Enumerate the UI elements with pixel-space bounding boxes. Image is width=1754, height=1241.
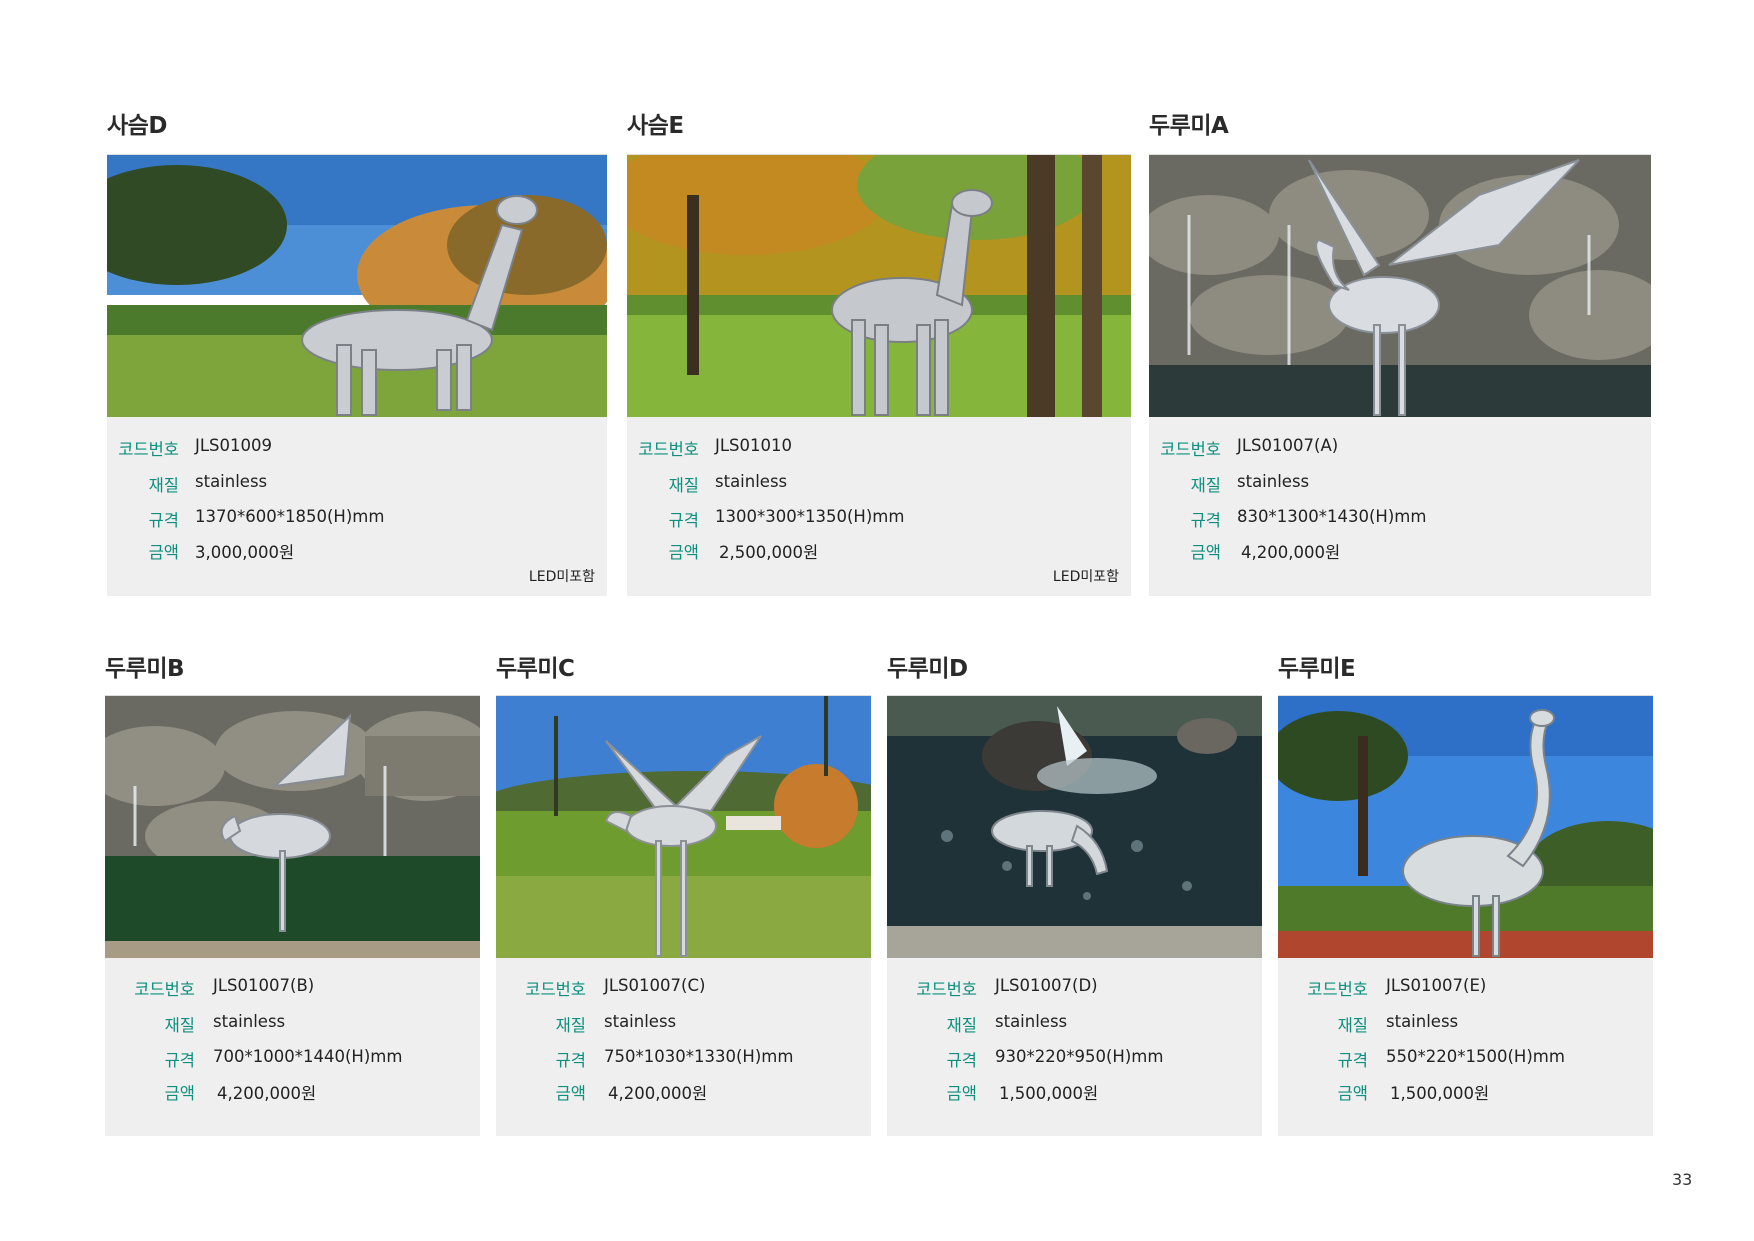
product-card-deer-e: 사슴E 코드번호 JLS01010 재질 stainless 규격 1300*3… bbox=[627, 106, 1131, 596]
spec-value: 930*220*950(H)mm bbox=[995, 1047, 1164, 1066]
material-label: 재질 bbox=[946, 1016, 977, 1035]
price-value: 4,200,000원 bbox=[1241, 543, 1341, 562]
price-value: 1,500,000원 bbox=[999, 1084, 1099, 1103]
code-label: 코드번호 bbox=[638, 440, 699, 459]
page-number: 33 bbox=[1672, 1170, 1693, 1189]
code-label: 코드번호 bbox=[916, 980, 977, 999]
spec-label: 규격 bbox=[946, 1051, 977, 1070]
product-card-crane-e: 두루미E 코드번호 JLS01007(E) 재질 stainless 규격 550*2… bbox=[1278, 649, 1653, 1136]
product-info: 코드번호 JLS01007(C) 재질 stainless 규격 750*1030*1… bbox=[496, 958, 871, 1136]
price-label: 금액 bbox=[946, 1084, 977, 1103]
code-value: JLS01007(E) bbox=[1386, 976, 1487, 995]
product-title: 두루미B bbox=[105, 656, 185, 682]
spec-value: 750*1030*1330(H)mm bbox=[604, 1047, 794, 1066]
spec-label: 규격 bbox=[668, 511, 699, 530]
price-label: 금액 bbox=[164, 1084, 195, 1103]
crane-sky-photo bbox=[1278, 695, 1653, 959]
code-value: JLS01007(C) bbox=[604, 976, 706, 995]
product-title: 두루미E bbox=[1278, 656, 1356, 682]
material-label: 재질 bbox=[1337, 1016, 1368, 1035]
code-value: JLS01009 bbox=[195, 436, 273, 455]
spec-label: 규격 bbox=[555, 1051, 586, 1070]
product-card-crane-a: 두루미A 코드번호 JLS01007(A) 재질 stainless 규격 830*1… bbox=[1149, 106, 1651, 596]
spec-label: 규격 bbox=[1337, 1051, 1368, 1070]
material-label: 재질 bbox=[1190, 476, 1221, 495]
material-label: 재질 bbox=[148, 476, 179, 495]
crane-fountain-photo bbox=[1149, 154, 1651, 418]
product-card-crane-c: 두루미C 코드번호 JLS01007(C) 재질 stainless 규격 750*1… bbox=[496, 649, 871, 1136]
material-value: stainless bbox=[213, 1012, 286, 1031]
price-value: 4,200,000원 bbox=[217, 1084, 317, 1103]
code-value: JLS01007(D) bbox=[995, 976, 1098, 995]
code-value: JLS01010 bbox=[715, 436, 793, 455]
material-label: 재질 bbox=[164, 1016, 195, 1035]
product-title: 두루미D bbox=[887, 656, 968, 682]
material-value: stainless bbox=[1386, 1012, 1459, 1031]
product-card-crane-b: 두루미B 코드번호 JLS01007(B) 재질 stainless 규격 700*1… bbox=[105, 649, 480, 1136]
led-note: LED미포함 bbox=[1052, 569, 1119, 585]
crane-fountain-photo bbox=[105, 695, 480, 959]
product-info: 코드번호 JLS01009 재질 stainless 규격 1370*600*1850… bbox=[107, 417, 607, 596]
product-title: 두루미A bbox=[1149, 113, 1229, 139]
price-label: 금액 bbox=[555, 1084, 586, 1103]
material-value: stainless bbox=[604, 1012, 677, 1031]
material-value: stainless bbox=[995, 1012, 1068, 1031]
material-value: stainless bbox=[195, 472, 268, 491]
price-label: 금액 bbox=[148, 543, 179, 562]
price-label: 금액 bbox=[1190, 543, 1221, 562]
crane-lawn-photo bbox=[496, 695, 871, 959]
price-value: 1,500,000원 bbox=[1390, 1084, 1490, 1103]
spec-label: 규격 bbox=[1190, 511, 1221, 530]
product-info: 코드번호 JLS01007(E) 재질 stainless 규격 550*220*15… bbox=[1278, 958, 1653, 1136]
price-label: 금액 bbox=[1337, 1084, 1368, 1103]
price-value: 2,500,000원 bbox=[719, 543, 819, 562]
price-label: 금액 bbox=[668, 543, 699, 562]
product-title: 사슴D bbox=[107, 113, 167, 139]
spec-label: 규격 bbox=[148, 511, 179, 530]
code-value: JLS01007(A) bbox=[1237, 436, 1339, 455]
product-info: 코드번호 JLS01007(A) 재질 stainless 규격 830*1300*1… bbox=[1149, 417, 1651, 596]
product-card-deer-d: 사슴D 코드번호 JLS01009 재질 stainless 규격 1370*600*… bbox=[107, 106, 607, 596]
spec-value: 700*1000*1440(H)mm bbox=[213, 1047, 403, 1066]
code-label: 코드번호 bbox=[1160, 440, 1221, 459]
product-info: 코드번호 JLS01007(B) 재질 stainless 규격 700*1000*1… bbox=[105, 958, 480, 1136]
code-label: 코드번호 bbox=[118, 440, 179, 459]
product-info: 코드번호 JLS01010 재질 stainless 규격 1300*300*1350… bbox=[627, 417, 1131, 596]
spec-value: 550*220*1500(H)mm bbox=[1386, 1047, 1565, 1066]
deer-sculpture-photo bbox=[627, 154, 1131, 418]
product-info: 코드번호 JLS01007(D) 재질 stainless 규격 930*220*95… bbox=[887, 958, 1262, 1136]
code-label: 코드번호 bbox=[525, 980, 586, 999]
material-label: 재질 bbox=[668, 476, 699, 495]
code-value: JLS01007(B) bbox=[213, 976, 315, 995]
crane-pond-photo bbox=[887, 695, 1262, 959]
code-label: 코드번호 bbox=[1307, 980, 1368, 999]
product-title: 두루미C bbox=[496, 656, 575, 682]
product-title: 사슴E bbox=[627, 113, 684, 139]
led-note: LED미포함 bbox=[528, 569, 595, 585]
spec-value: 1300*300*1350(H)mm bbox=[715, 507, 905, 526]
price-value: 3,000,000원 bbox=[195, 543, 295, 562]
deer-sculpture-photo bbox=[107, 154, 607, 418]
spec-label: 규격 bbox=[164, 1051, 195, 1070]
product-card-crane-d: 두루미D 코드번호 JLS01007(D) 재질 stainless 규격 930*2… bbox=[887, 649, 1262, 1136]
material-value: stainless bbox=[715, 472, 788, 491]
code-label: 코드번호 bbox=[134, 980, 195, 999]
material-label: 재질 bbox=[555, 1016, 586, 1035]
price-value: 4,200,000원 bbox=[608, 1084, 708, 1103]
spec-value: 1370*600*1850(H)mm bbox=[195, 507, 385, 526]
spec-value: 830*1300*1430(H)mm bbox=[1237, 507, 1427, 526]
material-value: stainless bbox=[1237, 472, 1310, 491]
